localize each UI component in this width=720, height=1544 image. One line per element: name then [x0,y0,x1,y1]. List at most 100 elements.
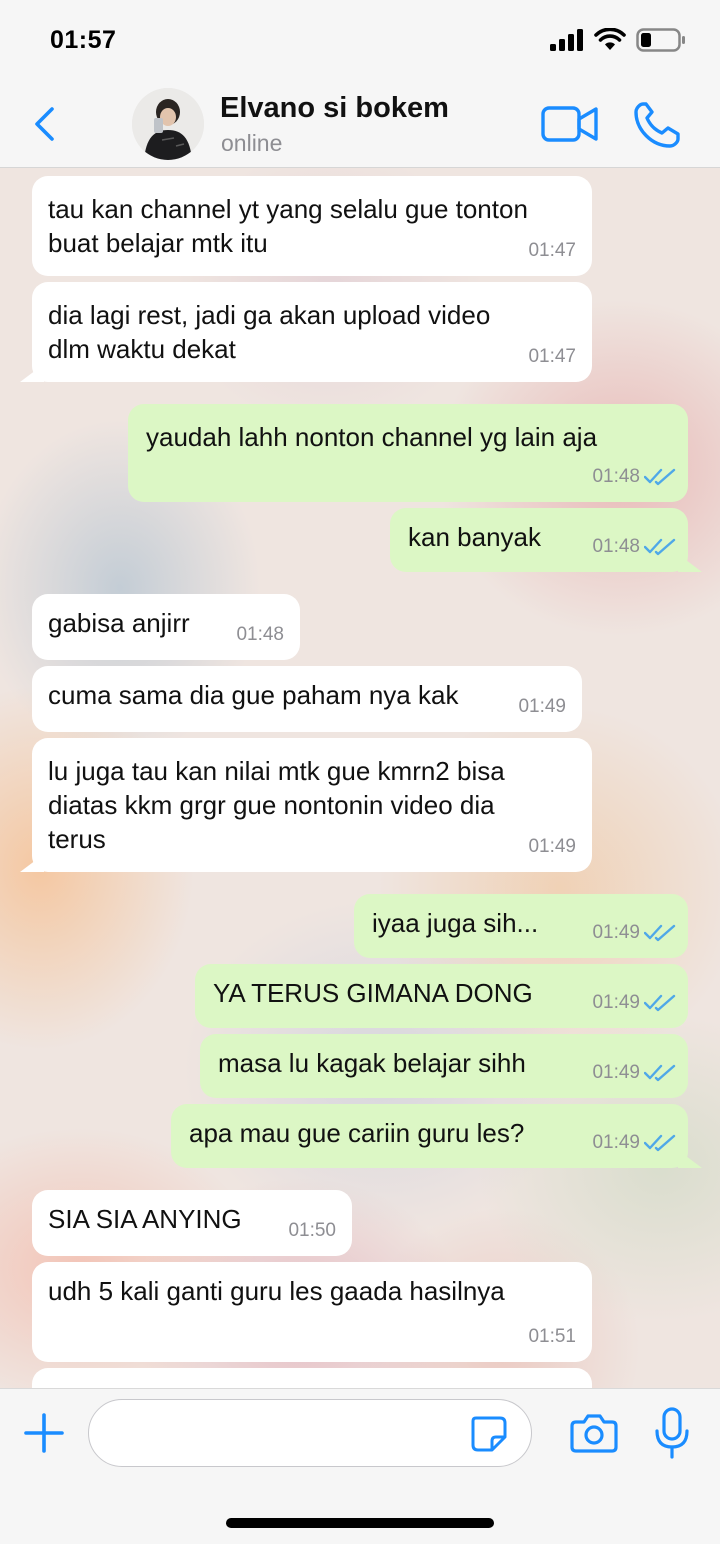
message-time: 01:50 [288,1220,336,1241]
message-bubble-incoming[interactable] [32,1368,592,1388]
message-text: SIA SIA ANYING [48,1202,242,1236]
double-check-icon [644,1064,676,1082]
message-time: 01:48 [592,466,640,487]
message-text: lu juga tau kan nilai mtk gue kmrn2 bisa… [48,754,505,856]
message-time: 01:49 [592,1132,640,1153]
message-time: 01:48 [236,624,284,645]
message-meta: 01:49 [592,916,678,950]
message-line: iyaa juga sih... [372,908,539,938]
microphone-icon [655,1407,689,1459]
message-line: tau kan channel yt yang selalu gue tonto… [48,194,528,224]
message-time: 01:48 [592,536,640,557]
message-bubble-incoming[interactable]: cuma sama dia gue paham nya kak 01:49 [32,666,582,732]
double-check-icon [644,994,676,1012]
message-line: udh 5 kali ganti guru les gaada hasilnya [48,1276,505,1306]
bubble-tail [20,854,44,872]
message-time: 01:49 [592,922,640,943]
message-meta: 01:49 [518,690,566,724]
contact-name[interactable]: Elvano si bokem [220,92,449,125]
bubble-tail [678,554,702,572]
bubble-tail [678,1150,702,1168]
phone-icon [634,102,680,148]
chat-area[interactable]: tau kan channel yt yang selalu gue tonto… [0,168,720,1388]
message-time: 01:49 [592,1062,640,1083]
message-bubble-incoming[interactable]: tau kan channel yt yang selalu gue tonto… [32,176,592,276]
message-text: masa lu kagak belajar sihh [218,1046,526,1080]
message-line: buat belajar mtk itu [48,228,268,258]
message-text: gabisa anjirr [48,606,190,640]
message-meta: 01:49 [592,1126,678,1160]
message-line: kan banyak [408,522,541,552]
message-meta: 01:47 [528,234,576,268]
message-time: 01:51 [528,1326,576,1347]
message-bubble-outgoing[interactable]: yaudah lahh nonton channel yg lain aja 0… [128,404,688,502]
message-meta: 01:49 [592,986,678,1020]
message-meta: 01:48 [592,530,678,564]
battery-icon [636,28,685,52]
chat-header: Elvano si bokem online [0,80,720,168]
message-line: cuma sama dia gue paham nya kak [48,680,459,710]
signal-icon [550,29,583,51]
microphone-button[interactable] [654,1407,690,1459]
message-text: YA TERUS GIMANA DONG [213,976,533,1010]
message-meta: 01:48 [592,460,678,494]
message-meta: 01:47 [528,340,576,374]
message-input[interactable] [88,1399,532,1467]
message-time: 01:47 [528,240,576,261]
message-bubble-outgoing[interactable]: apa mau gue cariin guru les? 01:49 [171,1104,702,1168]
message-bubble-incoming[interactable]: SIA SIA ANYING 01:50 [32,1190,352,1256]
camera-button[interactable] [570,1413,618,1453]
message-bubble-outgoing[interactable]: iyaa juga sih... 01:49 [354,894,688,958]
message-text: yaudah lahh nonton channel yg lain aja [146,420,597,454]
message-text: tau kan channel yt yang selalu gue tonto… [48,192,528,260]
message-line: masa lu kagak belajar sihh [218,1048,526,1078]
message-line: terus [48,824,106,854]
message-meta: 01:49 [528,830,576,864]
message-line: dlm waktu dekat [48,334,236,364]
message-meta: 01:51 [528,1320,576,1354]
bubble-tail [20,364,44,382]
status-time: 01:57 [50,26,117,54]
message-text: iyaa juga sih... [372,906,538,940]
attach-button[interactable] [22,1411,66,1455]
back-button[interactable] [24,100,64,148]
chevron-left-icon [35,107,54,141]
status-bar: 01:57 [0,0,720,80]
avatar-image [132,88,204,160]
message-line: yaudah lahh nonton channel yg lain aja [146,422,598,452]
voice-call-button[interactable] [632,100,684,150]
video-call-button[interactable] [540,102,600,146]
message-text: cuma sama dia gue paham nya kak [48,678,458,712]
message-line: lu juga tau kan nilai mtk gue kmrn2 bisa [48,756,505,786]
message-text: udh 5 kali ganti guru les gaada hasilnya [48,1274,505,1308]
avatar[interactable] [132,88,204,160]
message-bubble-incoming[interactable]: gabisa anjirr 01:48 [32,594,300,660]
message-bubble-outgoing[interactable]: kan banyak 01:48 [390,508,702,572]
message-time: 01:49 [528,836,576,857]
message-line: gabisa anjirr [48,608,190,638]
message-text: dia lagi rest, jadi ga akan upload video… [48,298,490,366]
message-time: 01:49 [518,696,566,717]
message-meta: 01:49 [592,1056,678,1090]
message-bubble-outgoing[interactable]: masa lu kagak belajar sihh 01:49 [200,1034,688,1098]
message-line: dia lagi rest, jadi ga akan upload video [48,300,491,330]
double-check-icon [644,468,676,486]
double-check-icon [644,1134,676,1152]
home-indicator[interactable] [226,1518,494,1528]
message-bubble-incoming[interactable]: udh 5 kali ganti guru les gaada hasilnya… [32,1262,592,1362]
sticker-button[interactable] [470,1415,508,1453]
double-check-icon [644,924,676,942]
status-icons [550,28,686,52]
message-bubble-incoming[interactable]: lu juga tau kan nilai mtk gue kmrn2 bisa… [20,738,592,872]
message-line: diatas kkm grgr gue nontonin video dia [48,790,495,820]
video-camera-icon [541,106,598,142]
message-bubble-incoming[interactable]: dia lagi rest, jadi ga akan upload video… [20,282,592,382]
message-line: apa mau gue cariin guru les? [189,1118,525,1148]
message-time: 01:47 [528,346,576,367]
message-line: SIA SIA ANYING [48,1204,242,1234]
message-bubble-outgoing[interactable]: YA TERUS GIMANA DONG 01:49 [195,964,688,1028]
message-time: 01:49 [592,992,640,1013]
plus-icon [24,1413,64,1453]
camera-icon [570,1414,618,1453]
message-line: YA TERUS GIMANA DONG [213,978,533,1008]
